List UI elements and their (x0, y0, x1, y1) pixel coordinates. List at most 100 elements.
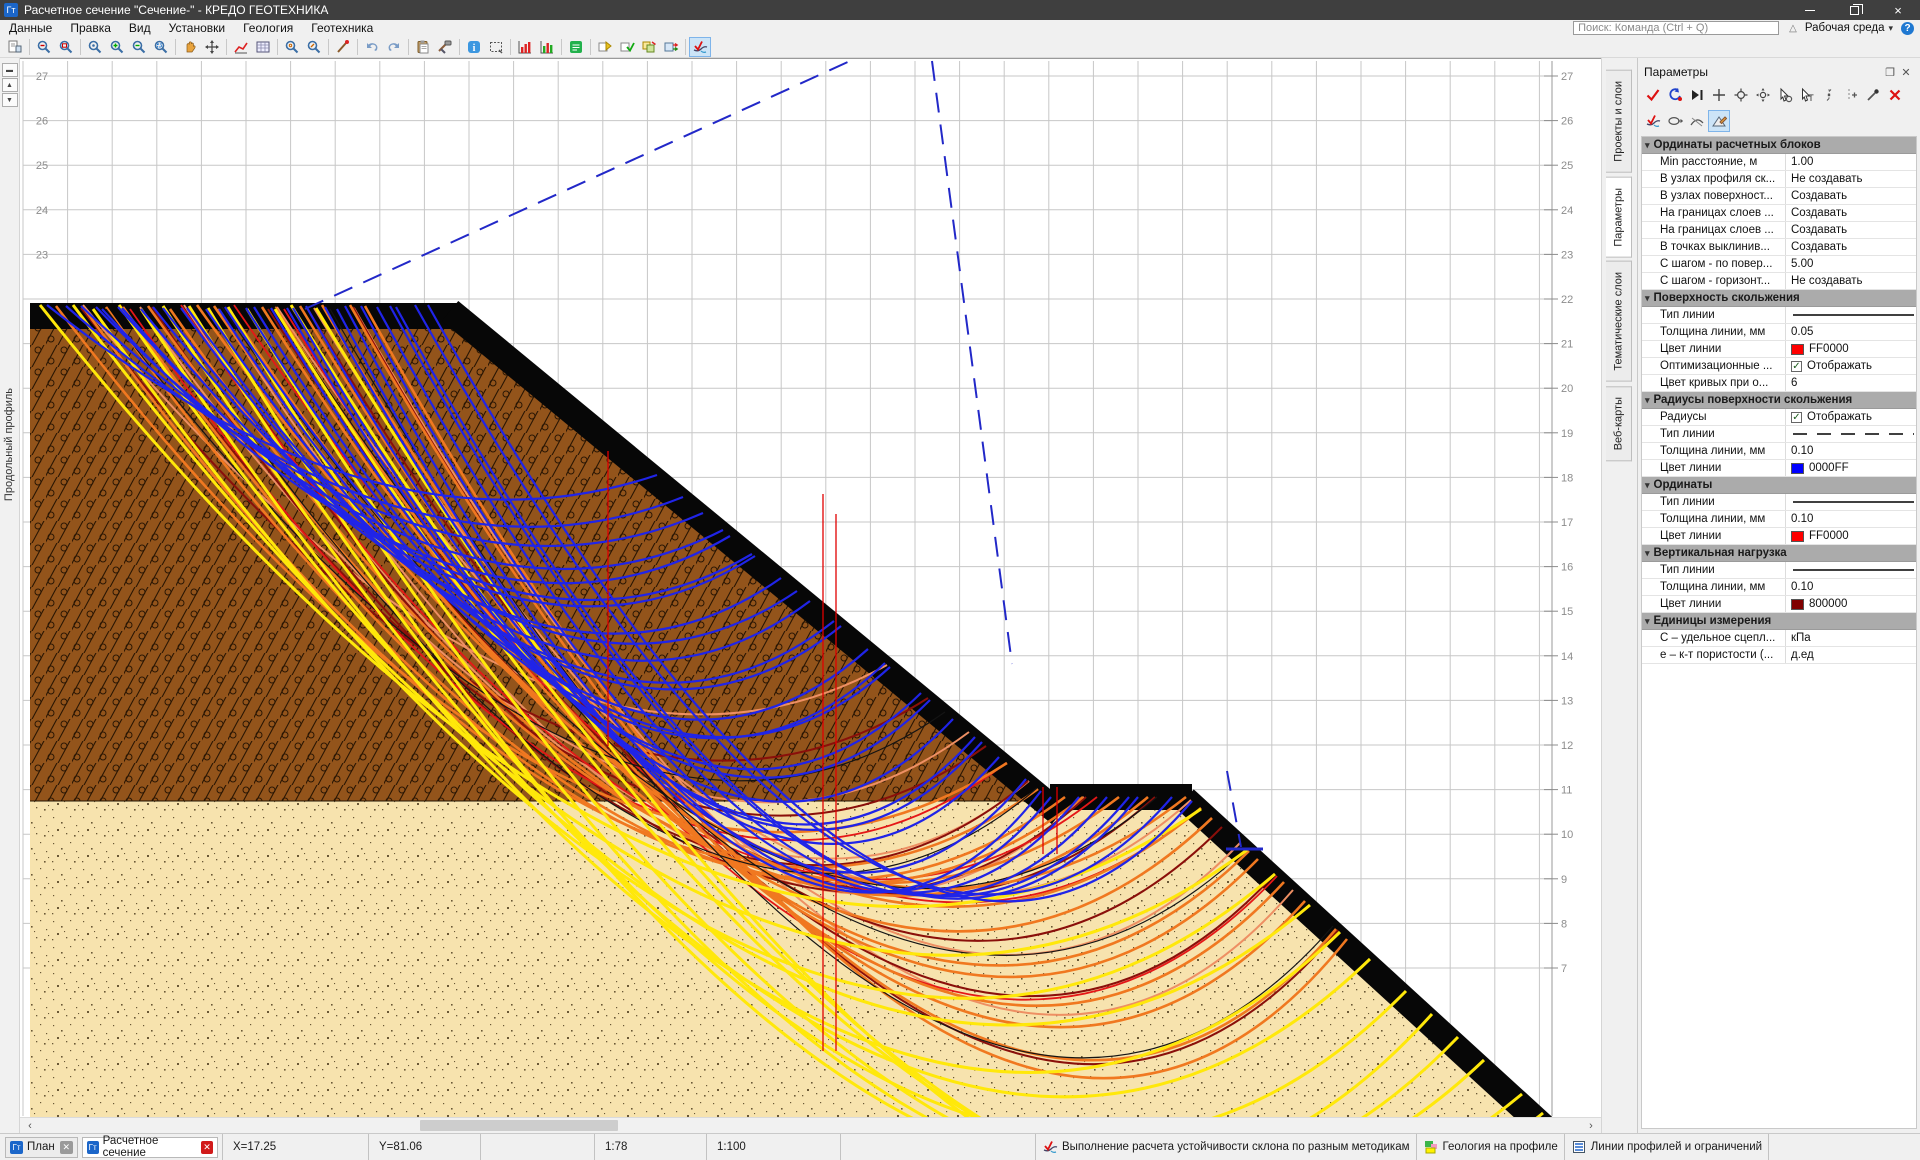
param-value[interactable]: 800000 (1785, 596, 1916, 612)
undo-icon[interactable] (361, 37, 383, 57)
cursor-capture-icon[interactable] (1774, 84, 1796, 106)
param-value[interactable]: Создавать (1785, 239, 1916, 255)
zoom-rect-icon[interactable] (150, 37, 172, 57)
side-tab-2[interactable]: Параметры (1606, 177, 1632, 258)
param-row[interactable]: Толщина линии, мм0.10 (1642, 443, 1916, 460)
strip-up-button[interactable]: ▲ (2, 78, 18, 92)
calc-active-icon[interactable] (689, 37, 711, 57)
param-value[interactable]: 1.00 (1785, 154, 1916, 170)
tools-icon[interactable] (434, 37, 456, 57)
param-row[interactable]: Толщина линии, мм0.10 (1642, 579, 1916, 596)
restore-button[interactable] (1832, 0, 1876, 20)
apply-green-icon[interactable] (565, 37, 587, 57)
menu-item-установки[interactable]: Установки (160, 20, 234, 36)
param-value[interactable]: 0.10 (1785, 511, 1916, 527)
props-active-icon[interactable] (1708, 110, 1730, 132)
properties-doc-icon[interactable] (4, 37, 26, 57)
side-tab-1[interactable]: Проекты и слои (1606, 70, 1632, 173)
pan-hand-icon[interactable] (179, 37, 201, 57)
tab-close-icon[interactable]: ✕ (201, 1141, 213, 1154)
status-tool-profiles[interactable]: Линии профилей и ограничений (1564, 1134, 1768, 1160)
add-point-icon[interactable] (1708, 84, 1730, 106)
param-row[interactable]: Цвет линии0000FF (1642, 460, 1916, 477)
param-row[interactable]: Радиусы✓Отображать (1642, 409, 1916, 426)
status-tool-calc[interactable]: Выполнение расчета устойчивости склона п… (1035, 1134, 1416, 1160)
param-value[interactable]: ✓Отображать (1785, 409, 1916, 425)
param-row[interactable]: Тип линии (1642, 494, 1916, 511)
profile-grid-icon[interactable] (252, 37, 274, 57)
param-row[interactable]: Цвет линииFF0000 (1642, 528, 1916, 545)
scroll-left-icon[interactable]: ‹ (22, 1118, 38, 1133)
menu-item-правка[interactable]: Правка (61, 20, 120, 36)
side-tab-4[interactable]: Веб-карты (1606, 386, 1632, 461)
param-row[interactable]: е – к-т пористости (...д.ед (1642, 647, 1916, 664)
param-row[interactable]: Тип линии (1642, 562, 1916, 579)
section-header[interactable]: ▾Ординаты расчетных блоков (1642, 137, 1916, 154)
param-value[interactable] (1785, 307, 1916, 323)
longitudinal-profile-tab[interactable]: Продольный профиль (3, 388, 15, 501)
brush-icon[interactable] (332, 37, 354, 57)
close-button[interactable]: × (1876, 0, 1920, 20)
param-row[interactable]: На границах слоев ...Создавать (1642, 222, 1916, 239)
param-value[interactable]: FF0000 (1785, 341, 1916, 357)
select-rect-icon[interactable] (485, 37, 507, 57)
param-value[interactable]: Не создавать (1785, 273, 1916, 289)
menu-item-геотехника[interactable]: Геотехника (302, 20, 382, 36)
close-icon[interactable]: ✕ (1898, 66, 1914, 79)
section-header[interactable]: ▾Единицы измерения (1642, 613, 1916, 630)
strip-down-button[interactable]: ▼ (2, 93, 18, 107)
columns-green-icon[interactable] (536, 37, 558, 57)
section-header[interactable]: ▾Ординаты (1642, 477, 1916, 494)
param-value[interactable]: FF0000 (1785, 528, 1916, 544)
profile-red-icon[interactable] (230, 37, 252, 57)
workspace-menu[interactable]: Рабочая среда (1805, 22, 1885, 34)
param-row[interactable]: Толщина линии, мм0.05 (1642, 324, 1916, 341)
param-value[interactable]: 5.00 (1785, 256, 1916, 272)
zoom-prev-icon[interactable] (33, 37, 55, 57)
param-row[interactable]: Цвет линии800000 (1642, 596, 1916, 613)
param-row[interactable]: С шагом - горизонт...Не создавать (1642, 273, 1916, 290)
doc-tab-inactive[interactable]: ГтПлан✕ (5, 1137, 78, 1158)
layer-yellow-icon[interactable] (594, 37, 616, 57)
command-search-input[interactable]: Поиск: Команда (Ctrl + Q) (1573, 21, 1779, 35)
param-value[interactable]: Не создавать (1785, 171, 1916, 187)
param-row[interactable]: Тип линии (1642, 307, 1916, 324)
zoom-in-icon[interactable] (106, 37, 128, 57)
strip-collapse-button[interactable]: ▬ (2, 63, 18, 77)
param-row[interactable]: В узлах поверхност...Создавать (1642, 188, 1916, 205)
menu-item-геология[interactable]: Геология (234, 20, 302, 36)
zoom-area-icon[interactable] (303, 37, 325, 57)
param-row[interactable]: Цвет кривых при о...6 (1642, 375, 1916, 392)
param-row[interactable]: В узлах профиля ск...Не создавать (1642, 171, 1916, 188)
redo-icon[interactable] (383, 37, 405, 57)
columns-red-icon[interactable] (514, 37, 536, 57)
param-row[interactable]: С – удельное сцепл...кПа (1642, 630, 1916, 647)
param-value[interactable]: Создавать (1785, 205, 1916, 221)
param-row[interactable]: Толщина линии, мм0.10 (1642, 511, 1916, 528)
zoom-out-icon[interactable] (128, 37, 150, 57)
section-header[interactable]: ▾Вертикальная нагрузка (1642, 545, 1916, 562)
param-value[interactable] (1785, 494, 1916, 510)
param-value[interactable]: Создавать (1785, 222, 1916, 238)
param-value[interactable]: Создавать (1785, 188, 1916, 204)
side-tab-3[interactable]: Тематические слои (1606, 261, 1632, 382)
menu-item-данные[interactable]: Данные (0, 20, 61, 36)
move-cross-icon[interactable] (201, 37, 223, 57)
param-row[interactable]: Min расстояние, м1.00 (1642, 154, 1916, 171)
param-value[interactable]: 0.10 (1785, 443, 1916, 459)
ellipse-op-icon[interactable] (1664, 110, 1686, 132)
section-header[interactable]: ▾Поверхность скольжения (1642, 290, 1916, 307)
param-value[interactable]: кПа (1785, 630, 1916, 646)
paste-icon[interactable] (412, 37, 434, 57)
param-row[interactable]: Тип линии (1642, 426, 1916, 443)
param-value[interactable] (1785, 426, 1916, 442)
confirm-check-icon[interactable] (1642, 84, 1664, 106)
param-row[interactable]: Оптимизационные ...✓Отображать (1642, 358, 1916, 375)
snap-vertical-icon[interactable] (1818, 84, 1840, 106)
layer-move-icon[interactable] (660, 37, 682, 57)
param-row[interactable]: Цвет линииFF0000 (1642, 341, 1916, 358)
help-icon[interactable]: ? (1901, 22, 1914, 35)
menu-item-вид[interactable]: Вид (120, 20, 160, 36)
param-value[interactable]: 0.10 (1785, 579, 1916, 595)
layer-check-icon[interactable] (616, 37, 638, 57)
